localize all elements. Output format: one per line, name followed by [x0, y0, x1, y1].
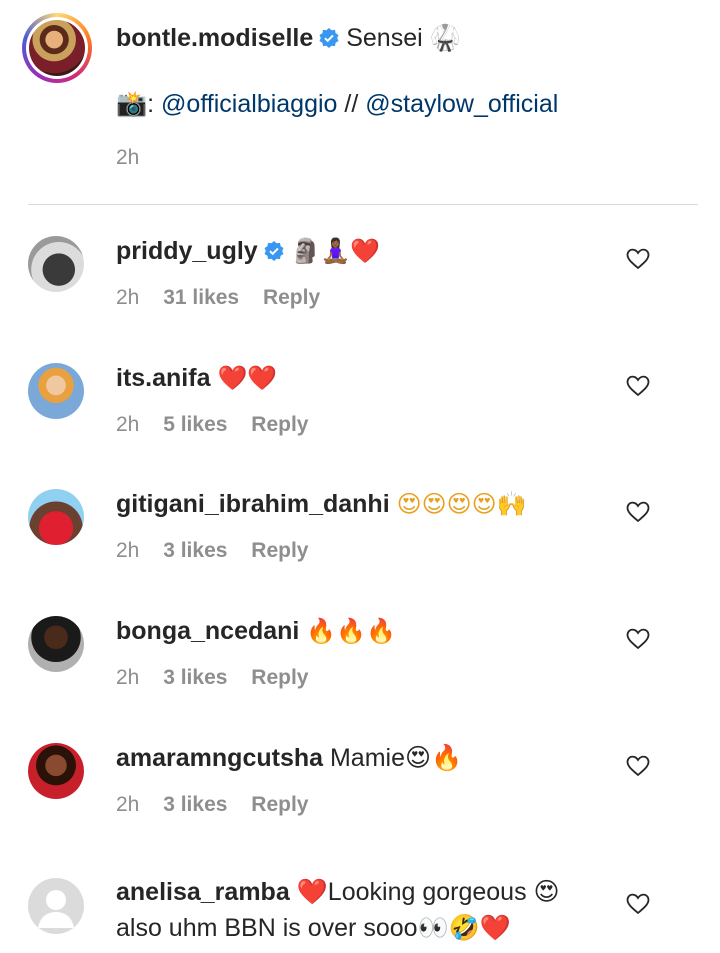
heart-outline-icon[interactable] [626, 375, 650, 397]
credit-separator: // [337, 90, 366, 118]
comment-item: anelisa_ramba ❤️Looking gorgeous 😍 also … [0, 861, 720, 953]
reply-button[interactable]: Reply [251, 666, 308, 689]
comment-meta: 2h 3 likes Reply [116, 539, 326, 563]
caption-text: Sensei 🥋 [346, 24, 461, 52]
comment-time: 2h [116, 666, 140, 689]
reply-button[interactable]: Reply [251, 413, 308, 436]
author-username[interactable]: bontle.modiselle [116, 24, 313, 52]
comment-meta: 2h 5 likes Reply [116, 413, 326, 437]
comment-text: Mamie😍🔥 [329, 744, 463, 772]
divider [28, 204, 698, 205]
commenter-avatar[interactable] [28, 743, 84, 799]
commenter-username[interactable]: amaramngcutsha [116, 744, 323, 772]
like-count[interactable]: 5 likes [163, 413, 227, 436]
like-count[interactable]: 31 likes [163, 286, 239, 309]
comment-time: 2h [116, 413, 140, 436]
comment-item: bonga_ncedani 🔥🔥🔥 2h 3 likes Reply [0, 602, 720, 729]
camera-credit-label: 📸: [116, 90, 155, 118]
comment-item: its.anifa ❤️❤️ 2h 5 likes Reply [0, 349, 720, 476]
commenter-avatar[interactable] [28, 616, 84, 672]
commenter-username[interactable]: gitigani_ibrahim_danhi [116, 490, 390, 518]
comment-item: amaramngcutsha Mamie😍🔥 2h 3 likes Reply [0, 729, 720, 856]
comment-text-line: its.anifa ❤️❤️ [116, 361, 277, 395]
commenter-avatar[interactable] [28, 236, 84, 292]
verified-badge-icon [264, 241, 284, 261]
comment-text: ❤️❤️ [217, 364, 278, 392]
commenter-avatar[interactable] [28, 489, 84, 545]
comment-item: gitigani_ibrahim_danhi 😍😍😍😍🙌 2h 3 likes … [0, 475, 720, 602]
comment-text-line: amaramngcutsha Mamie😍🔥 [116, 741, 462, 775]
heart-outline-icon[interactable] [626, 893, 650, 915]
caption-line: bontle.modiselle Sensei 🥋 [116, 22, 461, 54]
mention-link-1[interactable]: @officialbiaggio [161, 90, 337, 118]
comment-text: 😍😍😍😍🙌 [396, 490, 527, 518]
comment-text-line-2: also uhm BBN is over sooo👀🤣❤️ [116, 914, 511, 942]
mention-link-2[interactable]: @staylow_official [365, 90, 558, 118]
reply-button[interactable]: Reply [251, 793, 308, 816]
commenter-username[interactable]: bonga_ncedani [116, 617, 299, 645]
like-count[interactable]: 3 likes [163, 666, 227, 689]
comment-time: 2h [116, 286, 140, 309]
comment-text-line: priddy_ugly 🗿🧘🏾‍♀️❤️ [116, 234, 380, 268]
reply-button[interactable]: Reply [251, 539, 308, 562]
photo-credit-line: 📸: @officialbiaggio // @staylow_official [116, 88, 558, 120]
commenter-username[interactable]: its.anifa [116, 364, 210, 392]
comment-text-line: anelisa_ramba ❤️Looking gorgeous 😍 [116, 875, 560, 909]
commenter-avatar[interactable] [28, 363, 84, 419]
comment-text: 🗿🧘🏾‍♀️❤️ [290, 237, 381, 265]
post-timestamp: 2h [116, 146, 140, 169]
comment-meta: 2h 31 likes Reply [116, 286, 338, 310]
heart-outline-icon[interactable] [626, 501, 650, 523]
verified-badge-icon [319, 28, 339, 48]
person-silhouette-icon [38, 890, 74, 928]
heart-outline-icon[interactable] [626, 248, 650, 270]
commenter-username[interactable]: priddy_ugly [116, 237, 258, 265]
comment-time: 2h [116, 539, 140, 562]
default-avatar-icon[interactable] [28, 878, 84, 934]
reply-button[interactable]: Reply [263, 286, 320, 309]
comment-meta: 2h 3 likes Reply [116, 793, 326, 817]
post-caption: bontle.modiselle Sensei 🥋 📸: @officialbi… [0, 0, 720, 205]
heart-outline-icon[interactable] [626, 755, 650, 777]
comment-text: 🔥🔥🔥 [306, 617, 396, 645]
like-count[interactable]: 3 likes [163, 793, 227, 816]
comment-time: 2h [116, 793, 140, 816]
comment-item: priddy_ugly 🗿🧘🏾‍♀️❤️ 2h 31 likes Reply [0, 222, 720, 349]
commenter-username[interactable]: anelisa_ramba [116, 878, 290, 906]
like-count[interactable]: 3 likes [163, 539, 227, 562]
comment-text-line: bonga_ncedani 🔥🔥🔥 [116, 614, 396, 648]
author-avatar[interactable] [22, 13, 92, 83]
comment-meta: 2h 3 likes Reply [116, 666, 326, 690]
comment-text-line: gitigani_ibrahim_danhi 😍😍😍😍🙌 [116, 487, 527, 521]
heart-outline-icon[interactable] [626, 628, 650, 650]
comment-text: ❤️Looking gorgeous 😍 [296, 878, 560, 906]
